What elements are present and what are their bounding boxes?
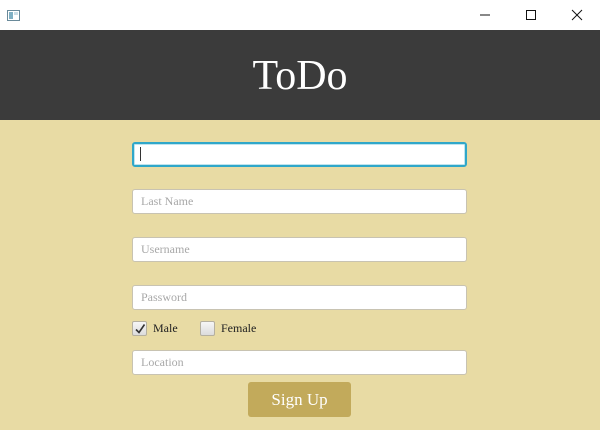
- first-name-field[interactable]: [132, 142, 467, 167]
- female-option[interactable]: Female: [200, 319, 256, 337]
- last-name-field[interactable]: [132, 189, 467, 214]
- app-window: ToDo Male Female Sign Up: [0, 0, 600, 430]
- checkmark-icon: [135, 323, 146, 334]
- maximize-button[interactable]: [508, 0, 554, 30]
- sign-up-button[interactable]: Sign Up: [248, 382, 351, 417]
- title-bar: [0, 0, 600, 30]
- female-checkbox[interactable]: [200, 320, 215, 336]
- minimize-icon: [480, 14, 490, 16]
- close-button[interactable]: [554, 0, 600, 30]
- male-label: Male: [153, 320, 178, 335]
- username-field[interactable]: [132, 237, 467, 262]
- app-icon: [7, 8, 20, 21]
- close-icon: [571, 9, 583, 21]
- male-option[interactable]: Male: [132, 319, 178, 337]
- location-field[interactable]: [132, 350, 467, 375]
- page-title: ToDo: [252, 53, 348, 99]
- female-label: Female: [221, 320, 257, 335]
- app-header: ToDo: [0, 30, 600, 120]
- male-checkbox[interactable]: [132, 320, 147, 336]
- minimize-button[interactable]: [462, 0, 508, 30]
- password-field[interactable]: [132, 285, 467, 310]
- text-caret: [140, 147, 141, 161]
- maximize-icon: [526, 10, 536, 20]
